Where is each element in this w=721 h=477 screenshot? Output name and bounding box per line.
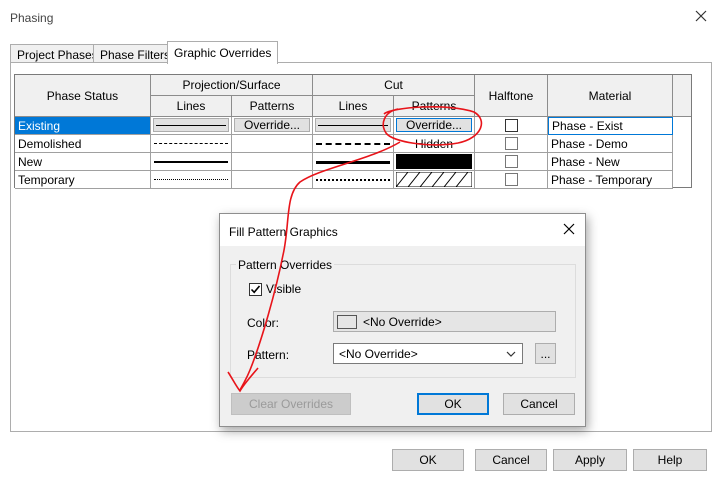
dialog-title: Fill Pattern Graphics (229, 225, 338, 239)
header-spacer (673, 75, 691, 117)
close-icon[interactable] (693, 8, 709, 24)
dialog-titlebar: Fill Pattern Graphics (220, 214, 585, 246)
row-existing-material[interactable]: Phase - Exist (548, 117, 673, 135)
halftone-checkbox[interactable] (504, 173, 518, 186)
line-sample-dashed (154, 143, 228, 144)
ok-button[interactable]: OK (392, 449, 464, 471)
color-value: <No Override> (363, 314, 442, 329)
pattern-browse-button[interactable]: ... (535, 343, 556, 364)
row-new-material[interactable]: Phase - New (548, 153, 673, 171)
line-sample-thick (316, 161, 390, 164)
halftone-checkbox[interactable] (504, 119, 518, 132)
header-material: Material (548, 75, 673, 117)
row-existing-cut-patterns[interactable]: Override... (394, 117, 475, 135)
row-existing-proj-lines[interactable] (151, 117, 232, 135)
chevron-down-icon (506, 351, 516, 357)
row-new-status[interactable]: New (15, 153, 151, 171)
line-sample-dotted (316, 179, 390, 181)
proj-patterns-override-button[interactable]: Override... (234, 118, 310, 132)
color-picker[interactable]: <No Override> (333, 311, 556, 332)
line-sample-thick (154, 161, 228, 163)
row-new-halftone[interactable] (475, 153, 548, 171)
cut-lines-sample-button[interactable] (315, 118, 391, 132)
help-button[interactable]: Help (633, 449, 707, 471)
dialog-ok-button[interactable]: OK (417, 393, 489, 415)
header-halftone: Halftone (475, 75, 548, 117)
pattern-value: <No Override> (339, 346, 418, 361)
row-temporary-material[interactable]: Phase - Temporary (548, 171, 673, 189)
row-demolished-proj-patterns[interactable] (232, 135, 313, 153)
header-phase-status: Phase Status (15, 75, 151, 117)
row-temporary-cut-lines[interactable] (313, 171, 394, 189)
color-label: Color: (247, 316, 280, 330)
visible-checkbox[interactable] (249, 282, 262, 296)
halftone-checkbox[interactable] (504, 137, 518, 150)
fill-pattern-dialog: Fill Pattern Graphics Pattern Overrides … (219, 213, 586, 427)
line-sample-dotted (154, 179, 228, 180)
pattern-solid-fill (396, 154, 472, 169)
pattern-select[interactable]: <No Override> (333, 343, 523, 364)
header-cut: Cut (313, 75, 475, 96)
row-existing-status[interactable]: Existing (15, 117, 151, 135)
row-demolished-status[interactable]: Demolished (15, 135, 151, 153)
row-existing-halftone[interactable] (475, 117, 548, 135)
row-temporary-proj-patterns[interactable] (232, 171, 313, 189)
row-existing-proj-patterns[interactable]: Override... (232, 117, 313, 135)
row-new-cut-lines[interactable] (313, 153, 394, 171)
row-demolished-cut-patterns[interactable]: Hidden (394, 135, 475, 153)
close-icon[interactable] (562, 222, 576, 236)
apply-button[interactable]: Apply (553, 449, 627, 471)
row-temporary-proj-lines[interactable] (151, 171, 232, 189)
header-projection-surface: Projection/Surface (151, 75, 313, 96)
cancel-button[interactable]: Cancel (475, 449, 547, 471)
dialog-cancel-button[interactable]: Cancel (503, 393, 575, 415)
clear-overrides-button[interactable]: Clear Overrides (231, 393, 351, 415)
window-title: Phasing (10, 11, 54, 25)
cut-patterns-override-button[interactable]: Override... (396, 118, 472, 132)
pattern-overrides-label: Pattern Overrides (236, 258, 335, 272)
halftone-checkbox[interactable] (504, 155, 518, 168)
row-new-proj-patterns[interactable] (232, 153, 313, 171)
row-new-cut-patterns[interactable] (394, 153, 475, 171)
row-demolished-material[interactable]: Phase - Demo (548, 135, 673, 153)
proj-lines-sample-button[interactable] (153, 118, 229, 132)
pattern-diagonal-hatch (396, 172, 472, 187)
overrides-grid: Phase Status Projection/Surface Cut Half… (14, 74, 692, 189)
row-demolished-cut-lines[interactable] (313, 135, 394, 153)
tab-project-phases[interactable]: Project Phases (10, 44, 105, 63)
header-proj-patterns: Patterns (232, 96, 313, 117)
visible-checkbox-row[interactable]: Visible (249, 282, 301, 296)
header-cut-lines: Lines (313, 96, 394, 117)
row-demolished-halftone[interactable] (475, 135, 548, 153)
line-sample-thin (156, 124, 226, 126)
header-proj-lines: Lines (151, 96, 232, 117)
row-temporary-halftone[interactable] (475, 171, 548, 189)
visible-label: Visible (266, 282, 302, 296)
row-temporary-status[interactable]: Temporary (15, 171, 151, 189)
pattern-label: Pattern: (247, 348, 290, 362)
row-demolished-proj-lines[interactable] (151, 135, 232, 153)
window-titlebar: Phasing (0, 0, 721, 36)
row-temporary-cut-patterns[interactable] (394, 171, 475, 189)
row-new-proj-lines[interactable] (151, 153, 232, 171)
color-swatch (337, 314, 357, 329)
line-sample-dashed-thick (316, 143, 390, 145)
header-cut-patterns: Patterns (394, 96, 475, 117)
tab-graphic-overrides[interactable]: Graphic Overrides (167, 41, 279, 64)
line-sample-thin (318, 124, 388, 126)
row-existing-cut-lines[interactable] (313, 117, 394, 135)
tab-phase-filters[interactable]: Phase Filters (93, 44, 178, 63)
